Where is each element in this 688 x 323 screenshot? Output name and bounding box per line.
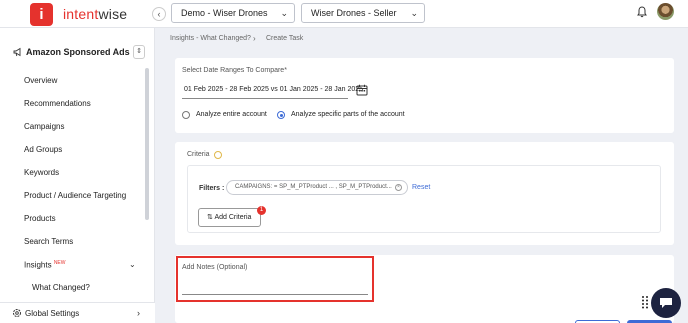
chevron-right-icon: › [253, 34, 256, 43]
sidebar-item-search-terms[interactable]: Search Terms [24, 237, 73, 246]
chat-icon [660, 298, 672, 308]
sidebar-item-targeting[interactable]: Product / Audience Targeting [24, 191, 126, 200]
brand-name-part2: wise [98, 6, 128, 22]
insights-label: Insights [24, 260, 52, 270]
brand-name-part1: intent [63, 6, 99, 22]
breadcrumb-parent[interactable]: Insights - What Changed? [170, 35, 251, 42]
chevron-down-icon: ⌄ [410, 8, 418, 18]
sidebar-item-campaigns[interactable]: Campaigns [24, 122, 64, 131]
global-settings-label: Global Settings [25, 309, 80, 318]
add-criteria-label: Add Criteria [214, 214, 252, 221]
criteria-title: Criteria [187, 151, 210, 158]
notes-label: Add Notes (Optional) [182, 264, 248, 271]
filters-label: Filters : [199, 185, 225, 192]
chevron-down-icon[interactable]: ⌄ [129, 260, 136, 269]
criteria-count-badge: 1 [257, 206, 266, 215]
sidebar-section-label: Amazon Sponsored Ads [26, 47, 130, 57]
radio-entire-account-label[interactable]: Analyze entire account [196, 111, 267, 118]
sidebar-section-header[interactable]: Amazon Sponsored Ads ⇕ [7, 43, 147, 63]
filter-sliders-icon: ⇅ [207, 214, 213, 221]
chevron-left-icon[interactable]: ‹ [152, 7, 166, 21]
expand-collapse-icon[interactable]: ⇕ [133, 45, 145, 59]
date-range-input[interactable]: 01 Feb 2025 - 28 Feb 2025 vs 01 Jan 2025… [184, 86, 363, 93]
notes-highlight-box [176, 256, 374, 302]
profile-dropdown[interactable]: Wiser Drones - Seller ⌄ [301, 3, 425, 23]
user-avatar[interactable] [657, 3, 674, 20]
account-dropdown[interactable]: Demo - Wiser Drones ⌄ [171, 3, 295, 23]
sidebar-item-insights[interactable]: Insights NEW [24, 260, 65, 270]
gear-icon [13, 309, 21, 317]
chevron-right-icon: › [137, 308, 140, 318]
breadcrumb-current: Create Task [266, 35, 304, 42]
chevron-down-icon: ⌄ [280, 8, 288, 18]
chat-button[interactable] [651, 288, 681, 318]
megaphone-icon [13, 47, 21, 57]
sidebar-item-recommendations[interactable]: Recommendations [24, 99, 91, 108]
date-range-underline [182, 98, 348, 99]
reset-link[interactable]: Reset [412, 184, 430, 191]
date-range-label: Select Date Ranges To Compare* [182, 67, 287, 74]
radio-specific-parts[interactable] [277, 111, 285, 119]
account-dropdown-label: Demo - Wiser Drones [181, 8, 268, 18]
sidebar-item-keywords[interactable]: Keywords [24, 168, 59, 177]
sidebar-item-ad-groups[interactable]: Ad Groups [24, 145, 62, 154]
radio-specific-parts-label[interactable]: Analyze specific parts of the account [291, 111, 405, 118]
add-criteria-button[interactable]: ⇅ Add Criteria [198, 208, 261, 227]
grip-dots-icon[interactable] [641, 295, 649, 309]
global-settings[interactable]: Global Settings › [0, 302, 155, 323]
calendar-icon[interactable] [356, 84, 368, 96]
profile-dropdown-label: Wiser Drones - Seller [311, 8, 397, 18]
sidebar-item-what-changed[interactable]: What Changed? [32, 283, 90, 292]
sidebar-scrollbar[interactable] [145, 68, 149, 220]
notes-input[interactable] [182, 294, 368, 295]
close-icon[interactable]: × [395, 184, 402, 191]
info-icon[interactable] [214, 151, 222, 159]
radio-entire-account[interactable] [182, 111, 190, 119]
bell-icon[interactable] [636, 6, 648, 18]
logo-icon: i [30, 3, 53, 26]
top-bar: i intentwise ‹ Demo - Wiser Drones ⌄ Wis… [0, 0, 688, 28]
new-badge: NEW [53, 260, 66, 266]
sidebar-item-products[interactable]: Products [24, 214, 56, 223]
filter-chip[interactable]: CAMPAIGNS: = SP_M_PTProduct ... , SP_M_P… [226, 180, 408, 195]
sidebar-item-overview[interactable]: Overview [24, 76, 57, 85]
brand-name: intentwise [63, 6, 127, 22]
